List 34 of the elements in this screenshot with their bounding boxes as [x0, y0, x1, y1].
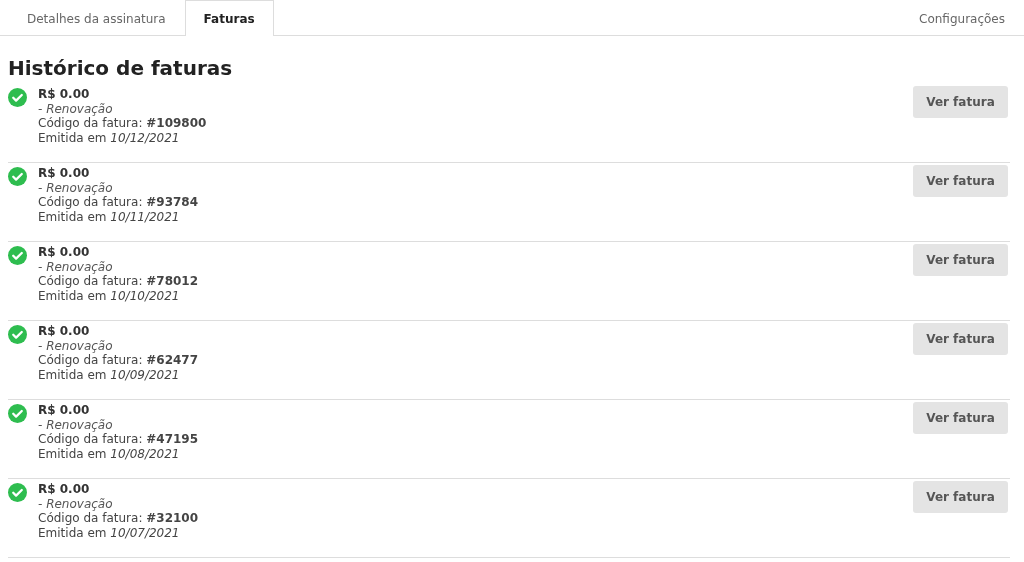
tab[interactable]: Detalhes da assinatura: [8, 0, 185, 36]
view-invoice-button[interactable]: Ver fatura: [913, 244, 1008, 276]
invoice-code: Código da fatura: #32100: [38, 511, 200, 526]
invoice-type: - Renovação: [38, 338, 114, 353]
invoice-code: Código da fatura: #62477: [38, 353, 200, 368]
view-invoice-button[interactable]: Ver fatura: [913, 86, 1008, 118]
invoice-code: Código da fatura: #47195: [38, 432, 200, 447]
page-title: Histórico de faturas: [8, 56, 234, 80]
invoice-date: Emitida em 10/11/2021: [38, 209, 181, 224]
invoice-date: Emitida em 10/12/2021: [38, 130, 181, 145]
tab[interactable]: Configurações: [900, 0, 1024, 36]
view-invoice-button[interactable]: Ver fatura: [913, 165, 1008, 197]
invoice-code: Código da fatura: #78012: [38, 274, 200, 289]
invoice-amount: R$ 0.00: [38, 166, 91, 181]
invoice-type: - Renovação: [38, 259, 114, 274]
invoice-amount: R$ 0.00: [38, 87, 91, 102]
invoice-amount: R$ 0.00: [38, 324, 91, 339]
invoice-code: Código da fatura: #109800: [38, 116, 208, 131]
invoice-amount: R$ 0.00: [38, 482, 91, 497]
invoice-type: - Renovação: [38, 180, 114, 195]
invoice-type: - Renovação: [38, 496, 114, 511]
view-invoice-button[interactable]: Ver fatura: [913, 402, 1008, 434]
tab[interactable]: Faturas: [184, 0, 274, 36]
view-invoice-button[interactable]: Ver fatura: [913, 481, 1008, 513]
invoice-date: Emitida em 10/07/2021: [38, 525, 181, 540]
invoice-date: Emitida em 10/08/2021: [38, 446, 181, 461]
invoice-amount: R$ 0.00: [38, 403, 91, 418]
invoice-date: Emitida em 10/10/2021: [38, 288, 181, 303]
invoice-code: Código da fatura: #93784: [38, 195, 200, 210]
invoice-amount: R$ 0.00: [38, 245, 91, 260]
invoice-type: - Renovação: [38, 101, 114, 116]
invoice-date: Emitida em 10/09/2021: [38, 367, 181, 382]
invoice-type: - Renovação: [38, 417, 114, 432]
view-invoice-button[interactable]: Ver fatura: [913, 323, 1008, 355]
